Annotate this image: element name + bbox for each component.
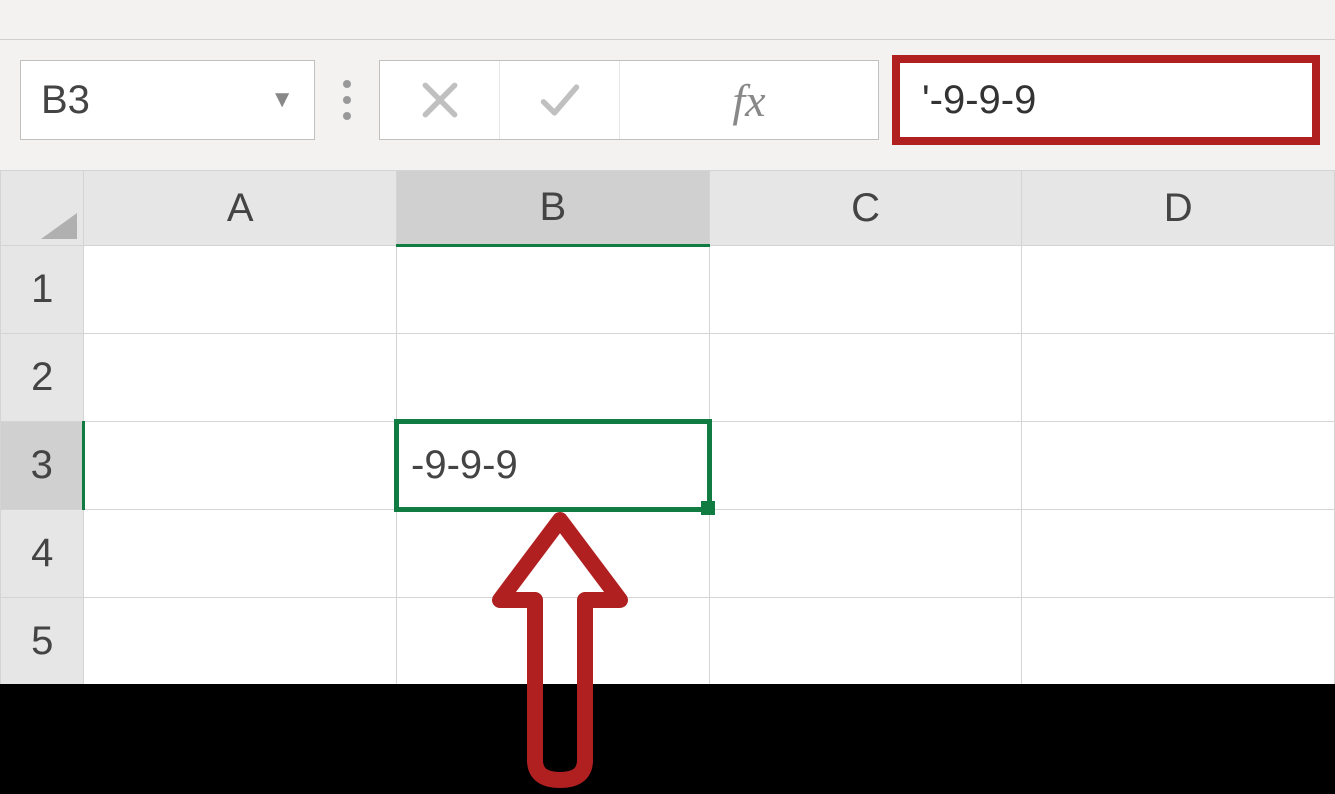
- row-3: 3 -9-9-9: [1, 422, 1335, 510]
- column-header-A[interactable]: A: [84, 171, 397, 246]
- row-header-1[interactable]: 1: [1, 246, 84, 334]
- checkmark-icon: [538, 78, 582, 122]
- cell-B5[interactable]: [397, 598, 710, 686]
- cancel-icon: [418, 78, 462, 122]
- cell-B3-value: -9-9-9: [411, 443, 518, 487]
- cell-A1[interactable]: [84, 246, 397, 334]
- grid-table: A B C D 1 2 3 -9-9-9: [0, 170, 1335, 686]
- column-header-B[interactable]: B: [397, 171, 710, 246]
- cell-C4[interactable]: [709, 510, 1022, 598]
- row-header-3[interactable]: 3: [1, 422, 84, 510]
- formula-bar: B3 ▼ fx '-9-9-9: [0, 40, 1335, 170]
- formula-value: '-9-9-9: [922, 78, 1036, 123]
- name-box-value: B3: [41, 78, 270, 123]
- row-header-4[interactable]: 4: [1, 510, 84, 598]
- cell-A3[interactable]: [84, 422, 397, 510]
- name-box[interactable]: B3 ▼: [20, 60, 315, 140]
- cell-C1[interactable]: [709, 246, 1022, 334]
- drag-handle-icon[interactable]: [333, 80, 361, 120]
- cell-D4[interactable]: [1022, 510, 1335, 598]
- top-border-bar: [0, 0, 1335, 40]
- cell-A5[interactable]: [84, 598, 397, 686]
- bottom-black-bar: [0, 684, 1335, 794]
- dot-icon: [343, 80, 351, 88]
- insert-function-button[interactable]: fx: [620, 74, 878, 127]
- cell-B3[interactable]: -9-9-9: [397, 422, 710, 510]
- cell-A2[interactable]: [84, 334, 397, 422]
- cell-B1[interactable]: [397, 246, 710, 334]
- column-header-C[interactable]: C: [709, 171, 1022, 246]
- column-header-row: A B C D: [1, 171, 1335, 246]
- formula-controls: fx: [379, 60, 879, 140]
- chevron-down-icon[interactable]: ▼: [270, 86, 294, 114]
- cell-B2[interactable]: [397, 334, 710, 422]
- row-2: 2: [1, 334, 1335, 422]
- row-1: 1: [1, 246, 1335, 334]
- dot-icon: [343, 112, 351, 120]
- dot-icon: [343, 96, 351, 104]
- cell-D5[interactable]: [1022, 598, 1335, 686]
- cell-A4[interactable]: [84, 510, 397, 598]
- row-5: 5: [1, 598, 1335, 686]
- formula-input[interactable]: '-9-9-9: [897, 60, 1315, 140]
- column-header-D[interactable]: D: [1022, 171, 1335, 246]
- row-header-2[interactable]: 2: [1, 334, 84, 422]
- cell-C5[interactable]: [709, 598, 1022, 686]
- fx-icon: fx: [732, 74, 765, 127]
- row-4: 4: [1, 510, 1335, 598]
- spreadsheet-grid: A B C D 1 2 3 -9-9-9: [0, 170, 1335, 686]
- cell-D2[interactable]: [1022, 334, 1335, 422]
- row-header-5[interactable]: 5: [1, 598, 84, 686]
- cancel-button[interactable]: [380, 61, 500, 139]
- confirm-button[interactable]: [500, 61, 620, 139]
- cell-D1[interactable]: [1022, 246, 1335, 334]
- cell-C2[interactable]: [709, 334, 1022, 422]
- cell-D3[interactable]: [1022, 422, 1335, 510]
- cell-C3[interactable]: [709, 422, 1022, 510]
- select-all-corner[interactable]: [1, 171, 84, 246]
- cell-B4[interactable]: [397, 510, 710, 598]
